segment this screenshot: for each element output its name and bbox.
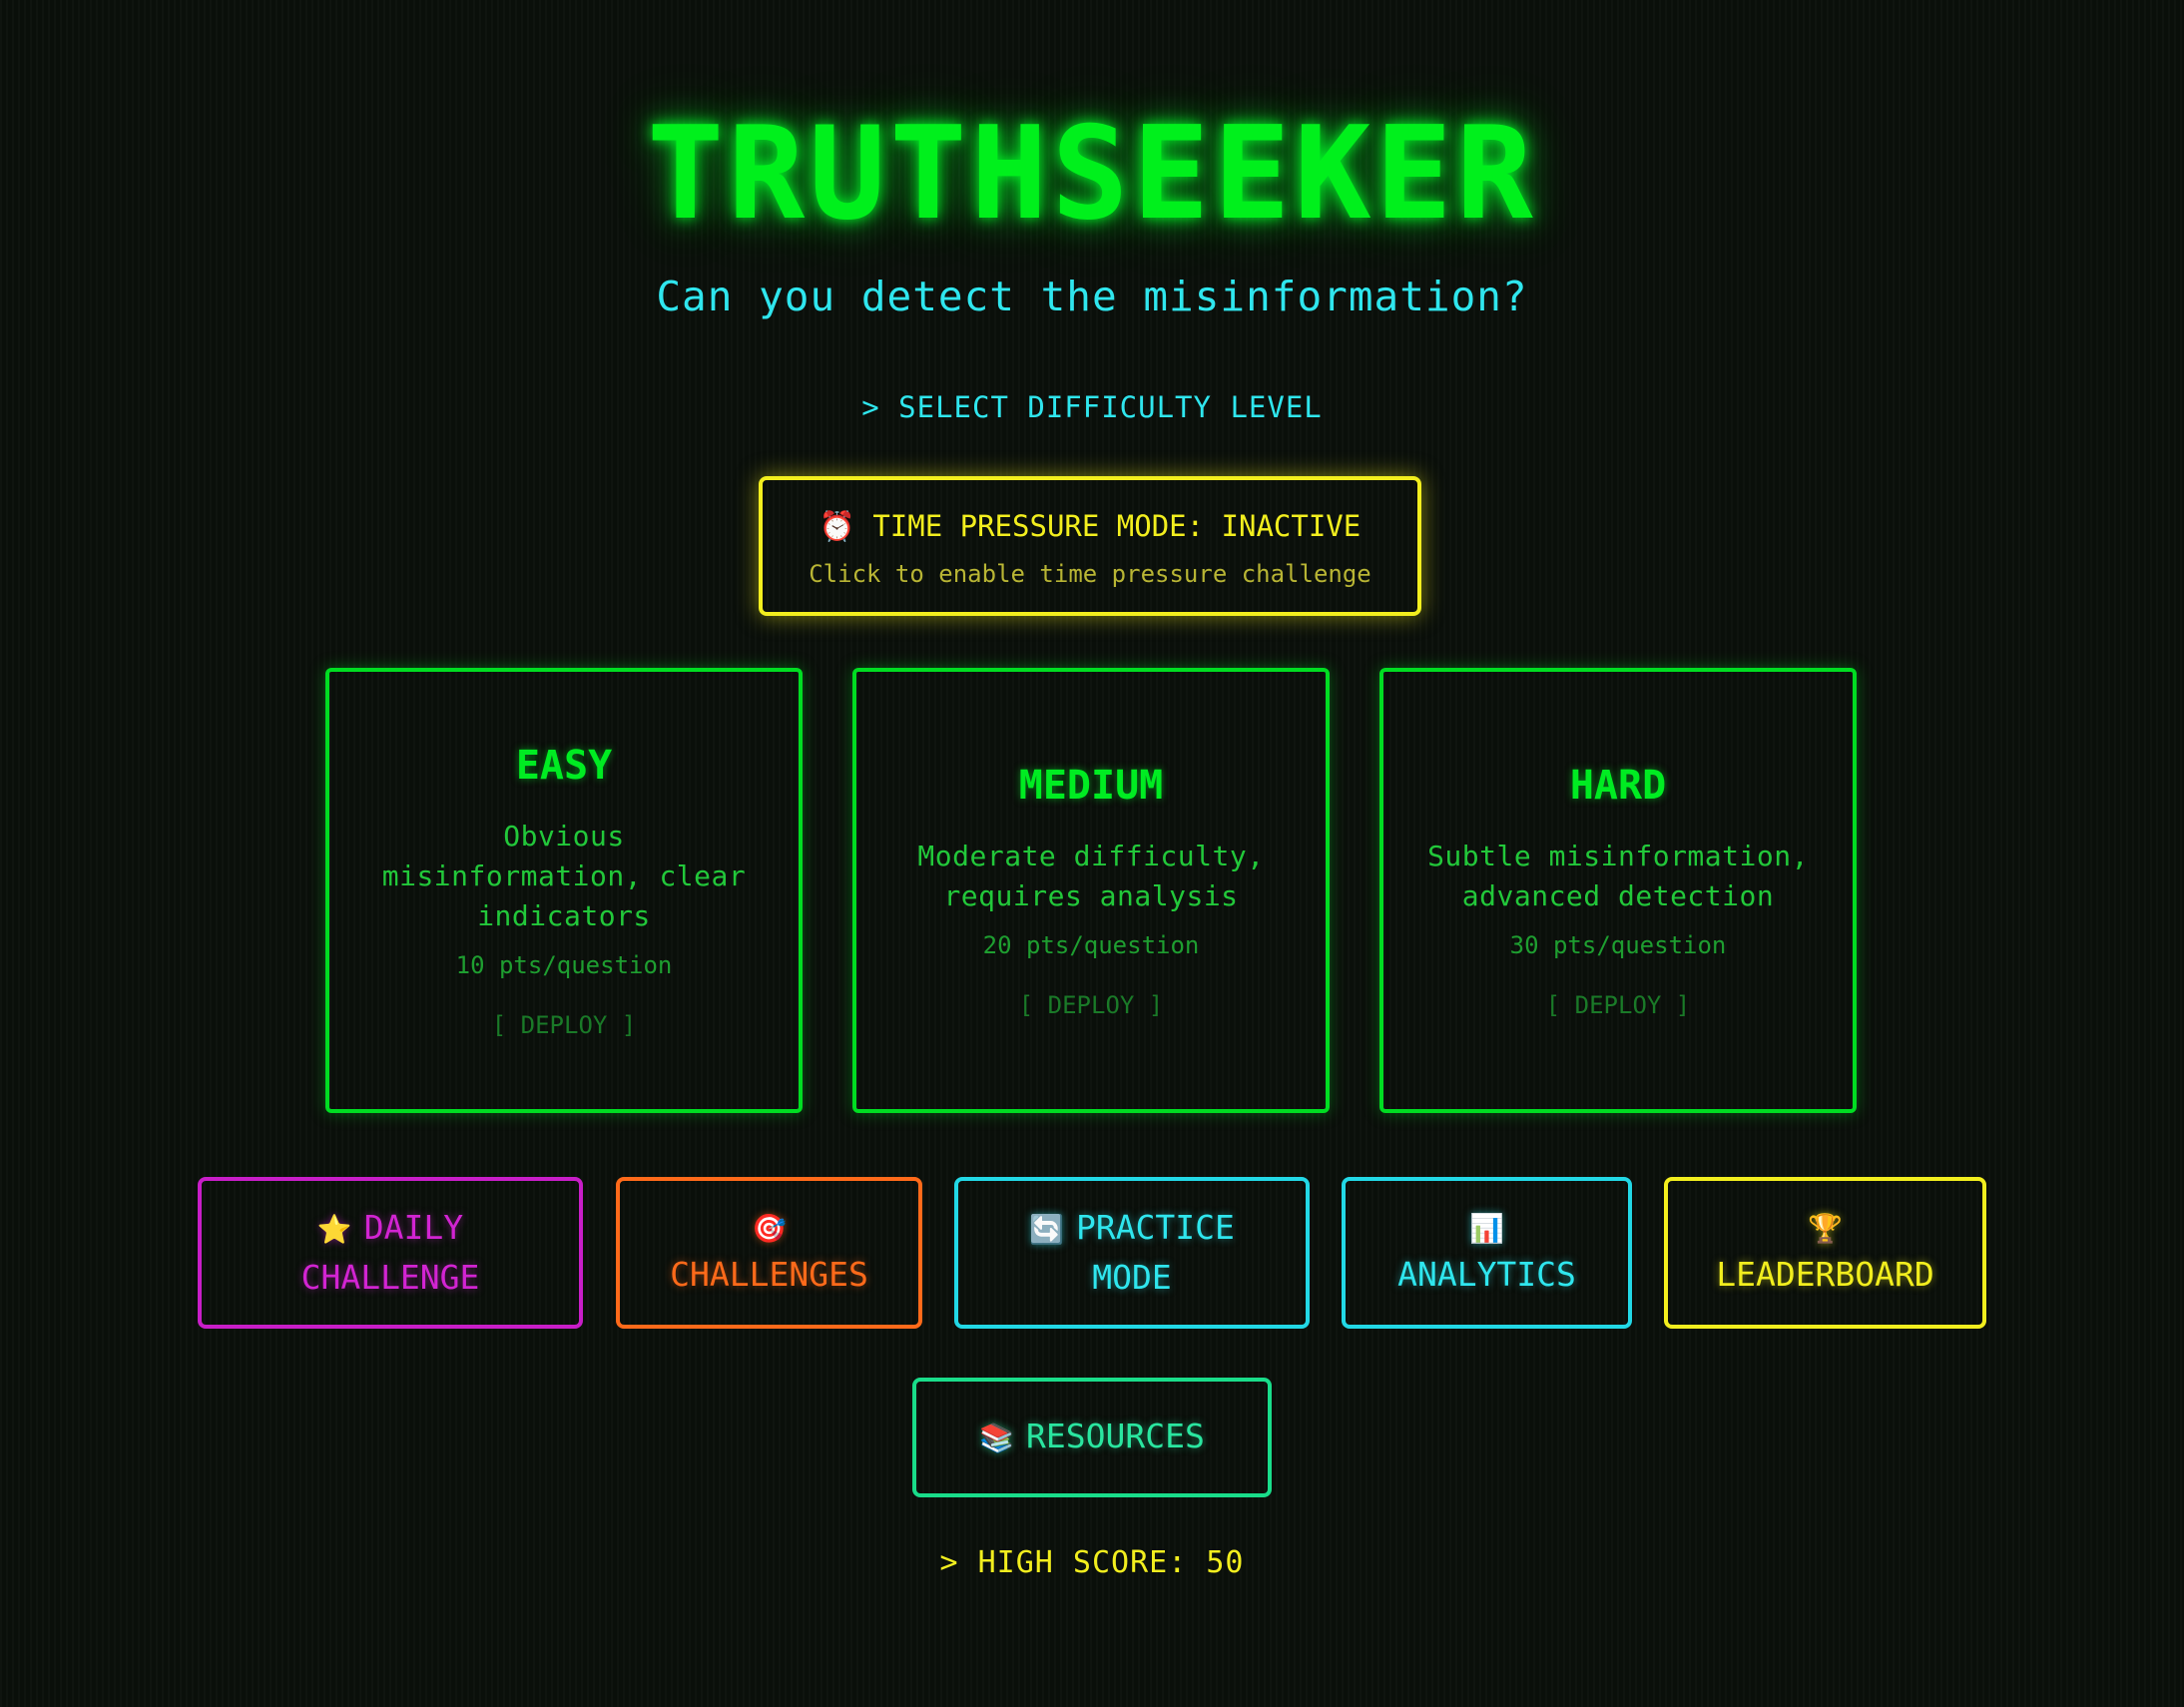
deploy-button[interactable]: [ DEPLOY ] xyxy=(896,990,1286,1020)
time-pressure-hint: Click to enable time pressure challenge xyxy=(809,560,1371,588)
books-icon: 📚 xyxy=(979,1422,1015,1454)
difficulty-description: Moderate difficulty, requires analysis xyxy=(917,840,1265,912)
time-pressure-toggle[interactable]: ⏰ TIME PRESSURE MODE: INACTIVE Click to … xyxy=(759,476,1421,616)
alarm-clock-icon: ⏰ xyxy=(819,509,855,543)
daily-challenge-button[interactable]: ⭐ DAILY CHALLENGE xyxy=(198,1177,583,1329)
high-score: > HIGH SCORE: 50 xyxy=(939,1545,1245,1580)
challenges-label: CHALLENGES xyxy=(670,1255,868,1294)
difficulty-points: 20 pts/question xyxy=(982,931,1200,959)
time-pressure-label: TIME PRESSURE MODE: INACTIVE xyxy=(872,509,1362,543)
refresh-icon: 🔄 xyxy=(1029,1213,1064,1246)
leaderboard-label: LEADERBOARD xyxy=(1716,1255,1934,1294)
daily-challenge-label-line2: CHALLENGE xyxy=(300,1258,480,1297)
trophy-icon: 🏆 xyxy=(1808,1212,1843,1245)
resources-label: RESOURCES xyxy=(1026,1417,1205,1455)
app-subtitle: Can you detect the misinformation? xyxy=(656,273,1528,320)
difficulty-name: MEDIUM xyxy=(1018,763,1164,809)
analytics-button[interactable]: 📊 ANALYTICS xyxy=(1342,1177,1632,1329)
difficulty-card-hard[interactable]: HARD Subtle misinformation, advanced det… xyxy=(1379,668,1857,1113)
star-icon: ⭐ xyxy=(316,1213,352,1246)
challenges-button[interactable]: 🎯 CHALLENGES xyxy=(616,1177,922,1329)
target-icon: 🎯 xyxy=(752,1212,787,1245)
bar-chart-icon: 📊 xyxy=(1469,1212,1504,1245)
difficulty-card-easy[interactable]: EASY Obvious misinformation, clear indic… xyxy=(325,668,803,1113)
deploy-button[interactable]: [ DEPLOY ] xyxy=(369,1010,759,1040)
analytics-label: ANALYTICS xyxy=(1397,1255,1576,1294)
difficulty-name: HARD xyxy=(1569,763,1667,809)
practice-mode-label-line2: MODE xyxy=(1092,1258,1172,1297)
difficulty-name: EASY xyxy=(515,743,613,789)
difficulty-points: 30 pts/question xyxy=(1509,931,1727,959)
practice-mode-button[interactable]: 🔄 PRACTICE MODE xyxy=(954,1177,1310,1329)
difficulty-card-medium[interactable]: MEDIUM Moderate difficulty, requires ana… xyxy=(852,668,1330,1113)
app-title: TRUTHSEEKER xyxy=(647,100,1537,249)
deploy-button[interactable]: [ DEPLOY ] xyxy=(1423,990,1813,1020)
leaderboard-button[interactable]: 🏆 LEADERBOARD xyxy=(1664,1177,1986,1329)
resources-button[interactable]: 📚 RESOURCES xyxy=(912,1378,1272,1497)
difficulty-description: Obvious misinformation, clear indicators xyxy=(381,820,747,932)
daily-challenge-label-line1: DAILY xyxy=(363,1208,464,1247)
difficulty-points: 10 pts/question xyxy=(455,951,673,979)
practice-mode-label-line1: PRACTICE xyxy=(1075,1208,1235,1247)
difficulty-description: Subtle misinformation, advanced detectio… xyxy=(1427,840,1809,912)
select-difficulty-label: > SELECT DIFFICULTY LEVEL xyxy=(861,390,1323,424)
